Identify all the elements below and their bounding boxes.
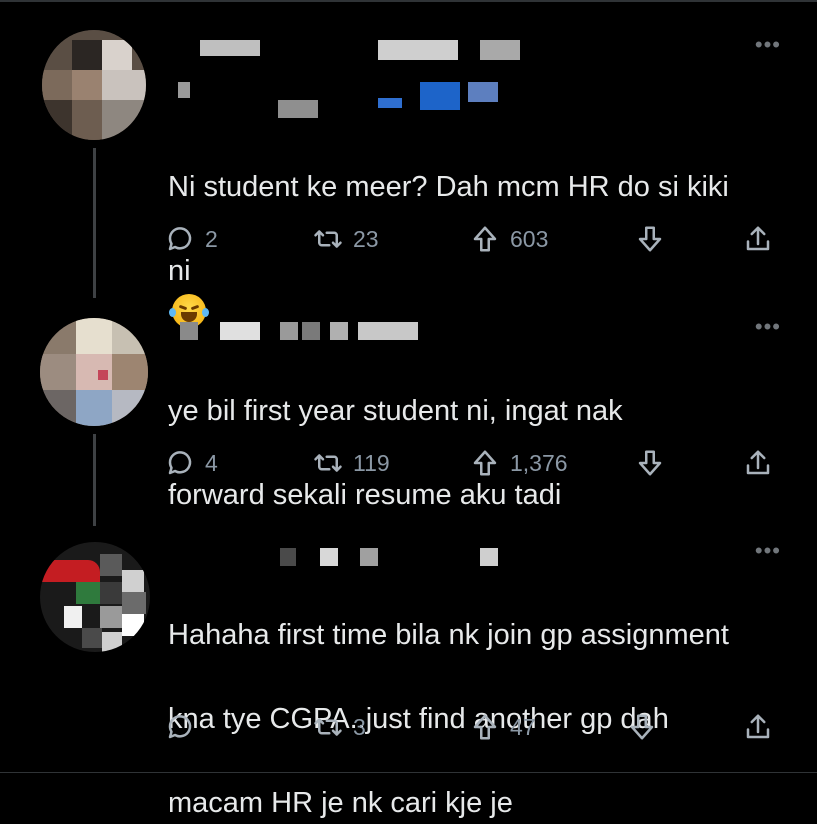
thread-line	[93, 148, 96, 298]
retweet-count: 3	[353, 713, 366, 740]
reply-count: 4	[205, 449, 218, 476]
retweet-button[interactable]: 23	[313, 224, 379, 254]
upvote-button[interactable]: 1,376	[470, 448, 568, 478]
share-button[interactable]	[743, 448, 783, 478]
tweet-text: Hahaha first time bila nk join gp assign…	[168, 572, 729, 824]
upvote-count: 603	[510, 225, 549, 252]
tweet-2[interactable]: ••• ye bil first year student ni, ingat …	[0, 300, 817, 528]
tweet-1[interactable]: ••• Ni student ke meer? Dah mcm HR do si…	[0, 0, 817, 328]
share-button[interactable]	[743, 224, 783, 254]
reply-button[interactable]: 2	[165, 224, 218, 254]
share-icon	[746, 450, 770, 475]
avatar[interactable]	[42, 30, 146, 140]
reply-icon	[168, 715, 192, 739]
action-bar: 4 119 1,376	[165, 448, 785, 482]
more-icon[interactable]: •••	[755, 316, 781, 338]
retweet-icon	[314, 454, 342, 472]
upvote-count: 1,376	[510, 449, 568, 476]
action-bar: 3 47	[165, 712, 785, 746]
upvote-icon	[473, 450, 497, 476]
username-redacted	[280, 538, 520, 566]
retweet-count: 119	[353, 449, 390, 476]
reply-button[interactable]: 4	[165, 448, 218, 478]
tweet-text-line1: Hahaha first time bila nk join gp assign…	[168, 619, 729, 651]
tweet-3[interactable]: ••• Hahaha first time bila nk join gp as…	[0, 528, 817, 819]
upvote-button[interactable]: 603	[470, 224, 548, 254]
retweet-icon	[314, 230, 342, 248]
downvote-icon	[638, 226, 662, 252]
reply-icon	[168, 451, 192, 475]
avatar[interactable]	[40, 318, 148, 426]
downvote-icon	[638, 450, 662, 476]
upvote-icon	[473, 226, 497, 252]
downvote-button[interactable]	[635, 448, 675, 478]
action-bar: 2 23 603	[165, 224, 785, 258]
username-redacted	[178, 38, 538, 118]
downvote-button[interactable]	[635, 224, 675, 254]
tweet-text-line3: macam HR je nk cari kje je	[168, 787, 513, 819]
tweet-text: ye bil first year student ni, ingat nak …	[168, 348, 623, 516]
thread-line	[93, 434, 96, 526]
downvote-button[interactable]	[627, 712, 667, 742]
reply-icon	[168, 227, 192, 251]
username-redacted	[180, 322, 440, 342]
share-icon	[746, 226, 770, 251]
retweet-button[interactable]: 119	[313, 448, 390, 478]
retweet-count: 23	[353, 225, 379, 252]
downvote-icon	[630, 714, 654, 740]
upvote-button[interactable]: 47	[470, 712, 536, 742]
upvote-count: 47	[510, 713, 536, 740]
tweet-text-line2: forward sekali resume aku tadi	[168, 479, 562, 511]
tweet-text-line1: ye bil first year student ni, ingat nak	[168, 395, 623, 427]
tweet-text-line1: Ni student ke meer? Dah mcm HR do si kik…	[168, 171, 729, 203]
share-button[interactable]	[743, 712, 783, 742]
avatar[interactable]	[40, 542, 150, 652]
upvote-icon	[473, 714, 497, 740]
tweet-text-line2: ni	[168, 255, 191, 287]
retweet-icon	[314, 718, 342, 736]
reply-count: 2	[205, 225, 218, 252]
more-icon[interactable]: •••	[755, 540, 781, 562]
reply-button[interactable]	[165, 712, 205, 742]
share-icon	[746, 714, 770, 739]
retweet-button[interactable]: 3	[313, 712, 366, 742]
more-icon[interactable]: •••	[755, 34, 781, 56]
